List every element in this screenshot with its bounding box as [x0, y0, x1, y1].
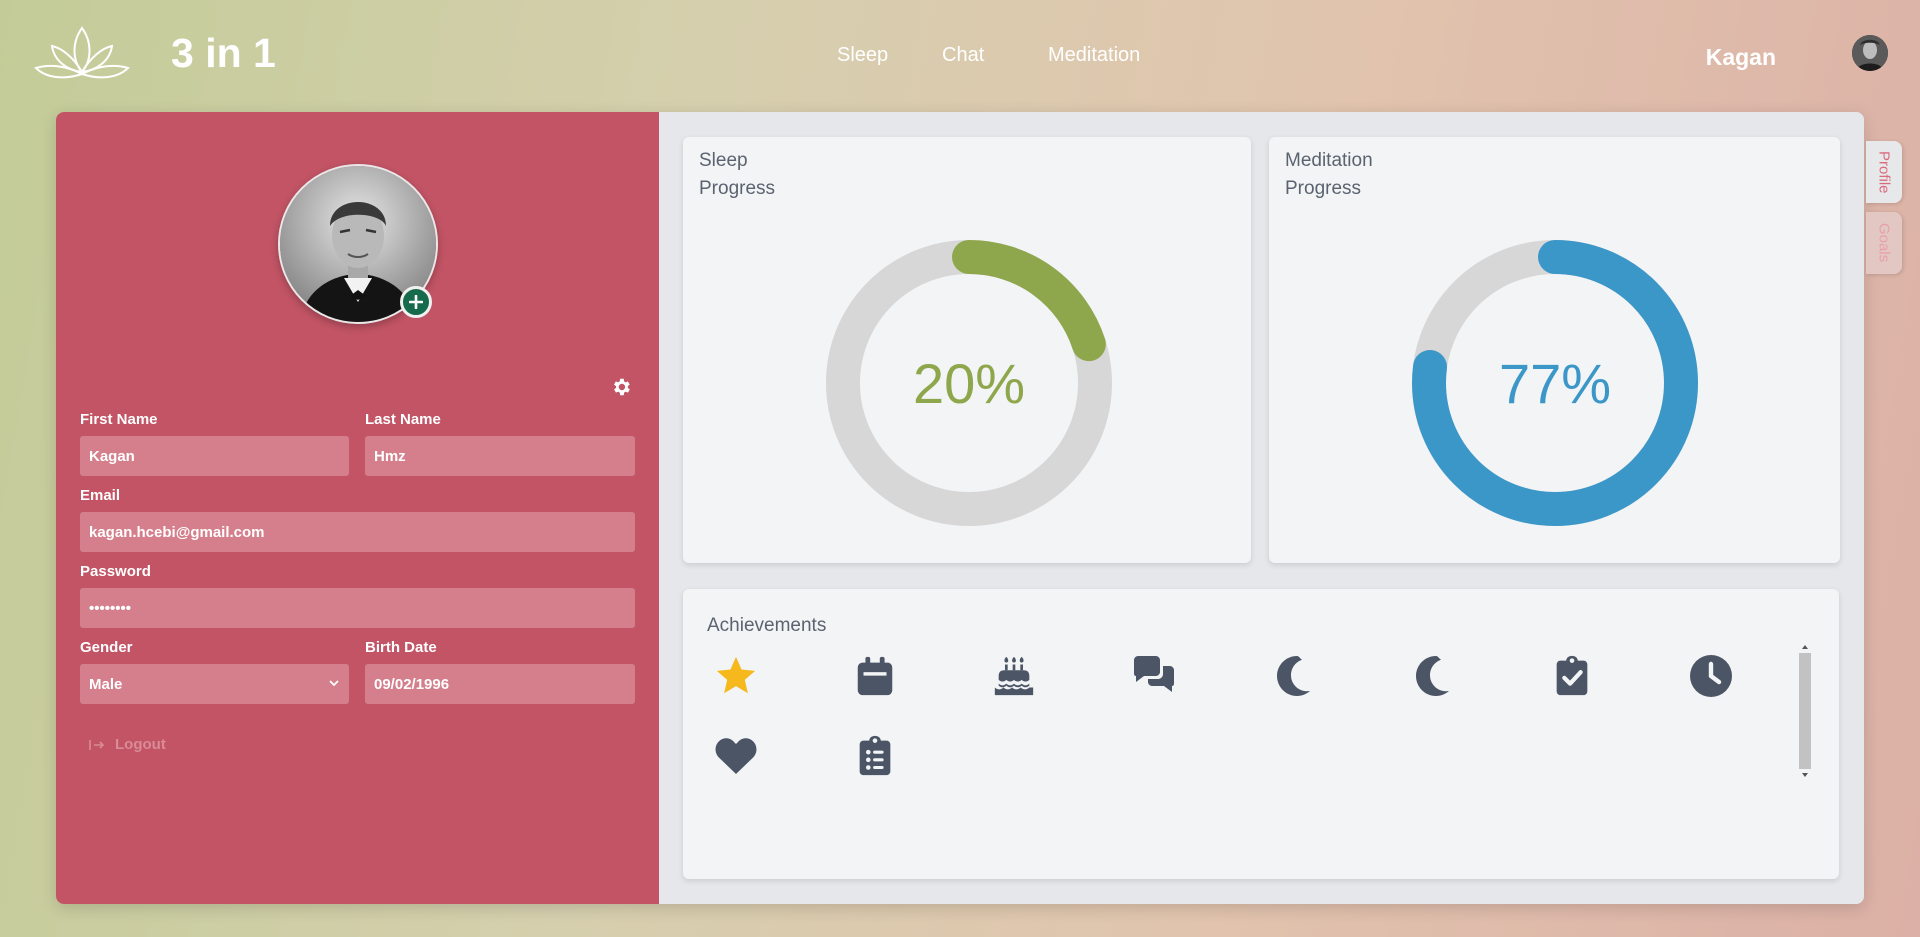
- profile-dashboard-card: First Name Last Name Email Password Gend…: [56, 112, 1864, 904]
- heart-icon[interactable]: [711, 731, 761, 781]
- birthday-cake-icon[interactable]: [989, 651, 1039, 701]
- tab-profile-label: Profile: [1875, 150, 1893, 194]
- avatar[interactable]: [1852, 35, 1888, 71]
- first-name-label: First Name: [80, 411, 158, 428]
- sleep-percent: 20%: [913, 352, 1025, 415]
- plus-icon: [409, 295, 423, 309]
- moon-icon[interactable]: [1407, 651, 1457, 701]
- nav-chat[interactable]: Chat: [942, 44, 984, 67]
- first-name-field[interactable]: [80, 436, 349, 476]
- scroll-down-arrow[interactable]: [1802, 773, 1808, 777]
- brand-title[interactable]: 3 in 1: [171, 30, 276, 77]
- meditation-card-title: Meditation Progress: [1285, 147, 1373, 203]
- meditation-card-title-line2: Progress: [1285, 178, 1362, 199]
- logout-icon: [89, 739, 105, 750]
- scroll-thumb[interactable]: [1799, 653, 1811, 769]
- gear-icon[interactable]: [610, 376, 632, 398]
- nav-sleep[interactable]: Sleep: [837, 44, 888, 67]
- logout-button[interactable]: Logout: [89, 736, 166, 753]
- lotus-logo-icon[interactable]: [32, 20, 132, 84]
- meditation-progress-donut: 77%: [1412, 240, 1698, 526]
- user-name[interactable]: Kagan: [1706, 44, 1776, 71]
- clipboard-check-icon[interactable]: [1547, 651, 1597, 701]
- last-name-label: Last Name: [365, 411, 441, 428]
- password-input[interactable]: [89, 599, 626, 617]
- gender-label: Gender: [80, 639, 133, 656]
- clock-icon[interactable]: [1686, 651, 1736, 701]
- last-name-field[interactable]: [365, 436, 635, 476]
- calendar-icon[interactable]: [850, 651, 900, 701]
- tab-goals-label: Goals: [1875, 223, 1893, 263]
- meditation-percent: 77%: [1499, 352, 1611, 415]
- sleep-card-title: Sleep Progress: [699, 147, 775, 203]
- tab-profile[interactable]: Profile: [1866, 141, 1902, 203]
- sleep-progress-card: Sleep Progress 20%: [683, 137, 1251, 563]
- last-name-input[interactable]: [374, 447, 626, 465]
- sleep-progress-donut: 20%: [826, 240, 1112, 526]
- birth-date-field[interactable]: [365, 664, 635, 704]
- achievements-scrollbar[interactable]: [1798, 643, 1812, 779]
- clipboard-list-icon[interactable]: [850, 731, 900, 781]
- first-name-input[interactable]: [89, 447, 340, 465]
- add-photo-button[interactable]: [400, 286, 432, 318]
- birth-date-label: Birth Date: [365, 639, 437, 656]
- email-field[interactable]: [80, 512, 635, 552]
- stats-panel: Sleep Progress 20% Meditation Progress 7…: [659, 112, 1864, 904]
- profile-panel: First Name Last Name Email Password Gend…: [56, 112, 659, 904]
- star-icon[interactable]: [711, 651, 761, 701]
- birth-date-input[interactable]: [374, 675, 626, 693]
- password-field[interactable]: [80, 588, 635, 628]
- sleep-card-title-line2: Progress: [699, 178, 776, 199]
- meditation-progress-card: Meditation Progress 77%: [1269, 137, 1840, 563]
- email-label: Email: [80, 487, 121, 504]
- achievements-title: Achievements: [707, 615, 827, 636]
- nav-meditation[interactable]: Meditation: [1048, 44, 1140, 67]
- achievements-card: Achievements: [683, 589, 1839, 879]
- gender-value: Male: [89, 675, 123, 693]
- gender-select[interactable]: Male: [80, 664, 349, 704]
- comments-icon[interactable]: [1129, 651, 1179, 701]
- meditation-card-title-line1: Meditation: [1285, 150, 1373, 171]
- sleep-card-title-line1: Sleep: [699, 150, 748, 171]
- email-input[interactable]: [89, 523, 626, 541]
- chevron-down-icon: [329, 680, 339, 687]
- scroll-up-arrow[interactable]: [1802, 645, 1808, 649]
- moon-icon[interactable]: [1268, 651, 1318, 701]
- logout-label: Logout: [115, 736, 166, 753]
- tab-goals[interactable]: Goals: [1866, 212, 1902, 274]
- password-label: Password: [80, 563, 151, 580]
